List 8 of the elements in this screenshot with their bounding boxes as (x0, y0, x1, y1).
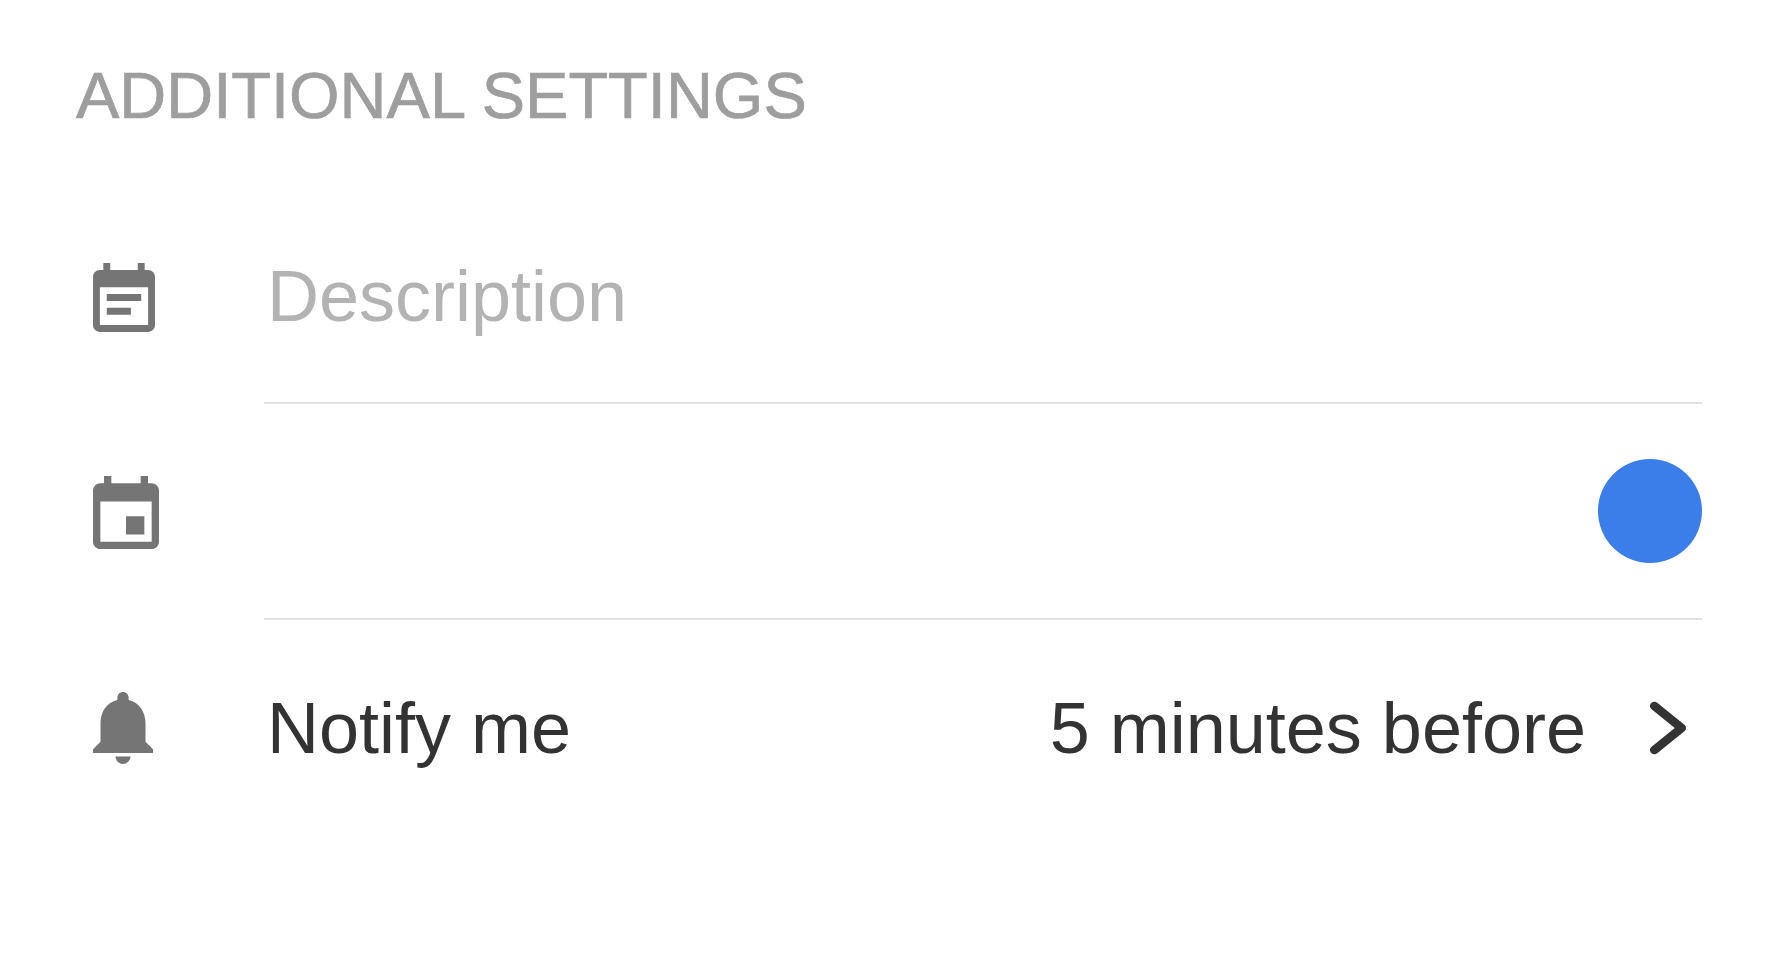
description-field[interactable]: Description (264, 190, 1702, 404)
calendar-note-icon (93, 262, 155, 332)
calendar-icon (93, 475, 159, 549)
section-title: ADDITIONAL SETTINGS (76, 64, 807, 128)
notify-label: Notify me (267, 687, 572, 770)
chevron-right-icon[interactable] (1648, 701, 1688, 755)
bell-icon (93, 692, 153, 764)
notify-value[interactable]: 5 minutes before (1049, 686, 1586, 770)
